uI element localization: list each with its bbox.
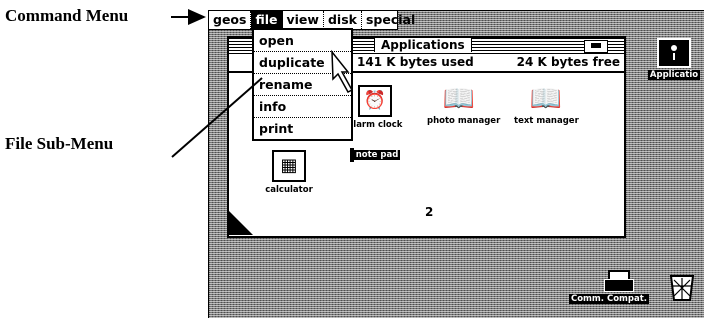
disk-drive[interactable]: Applicatio [644,38,704,80]
icon-label: note pad [353,150,401,160]
icon-label: text manager [514,116,579,126]
menu-disk[interactable]: disk [324,11,362,29]
command-menu-bar: geos file view disk special [208,10,415,30]
photo-manager-app[interactable]: 📖 photo manager [425,84,500,126]
printer-icon [604,270,634,292]
note-pad-app[interactable]: note pad [345,148,405,162]
file-sub-menu-annotation: File Sub-Menu [5,134,114,153]
file-sub-menu: open duplicate rename info print [252,28,353,141]
printer-driver[interactable]: Comm. Compat. [568,270,650,304]
trash-icon [669,275,695,301]
printer-label: Comm. Compat. [568,294,650,304]
menu-item-duplicate[interactable]: duplicate [254,52,351,74]
close-box-icon[interactable] [584,40,608,53]
bytes-free: 24 K bytes free [516,55,620,69]
window-title: Applications [374,38,472,52]
calculator-app[interactable]: ▦ calculator [259,150,319,195]
alarm-clock-icon: ⏰ [358,85,392,117]
icon-label: photo manager [427,116,501,126]
page-corner-icon[interactable] [227,209,253,235]
menu-item-info[interactable]: info [254,96,351,118]
text-manager-app[interactable]: 📖 text manager [512,85,580,126]
photo-manager-icon: 📖 [442,84,476,114]
bytes-used: 141 K bytes used [357,55,474,69]
menu-view[interactable]: view [283,11,324,29]
menu-special[interactable]: special [362,11,419,29]
disk-label: Applicatio [647,70,701,80]
disk-icon [657,38,691,68]
icon-label: alarm clock [347,120,403,130]
command-menu-annotation: Command Menu [5,6,129,25]
page-number: 2 [425,205,434,219]
alarm-clock-app[interactable]: ⏰ alarm clock [345,85,405,130]
text-manager-icon: 📖 [529,84,563,114]
menu-item-rename[interactable]: rename [254,74,351,96]
menu-item-print[interactable]: print [254,118,351,139]
menu-geos[interactable]: geos [209,11,252,29]
menu-file[interactable]: file [251,11,283,29]
icon-label: calculator [265,185,313,195]
calculator-icon: ▦ [272,150,306,182]
waste-basket[interactable] [664,272,700,305]
menu-item-open[interactable]: open [254,30,351,52]
